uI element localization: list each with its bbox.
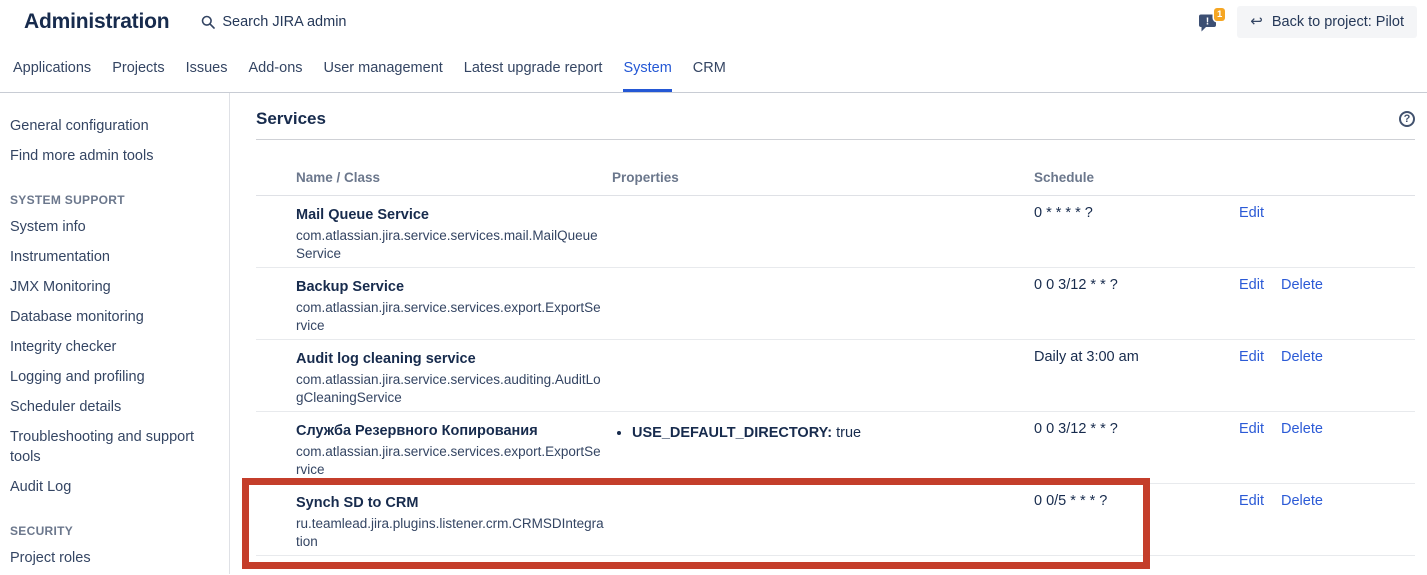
edit-link[interactable]: Edit (1239, 277, 1264, 293)
service-name: Audit log cleaning service (296, 349, 604, 369)
column-header-actions (1239, 148, 1415, 196)
service-name: Mail Queue Service (296, 205, 604, 225)
sidebar-section-security: SECURITY (0, 502, 229, 543)
sidebar-item-database-monitoring[interactable]: Database monitoring (0, 302, 229, 332)
service-schedule-cell: 0 0/5 * * * ? (1034, 484, 1239, 556)
app-header: Administration ! 1 (0, 0, 1427, 44)
delete-link[interactable]: Delete (1281, 421, 1323, 437)
delete-link[interactable]: Delete (1281, 349, 1323, 365)
table-row: Audit log cleaning servicecom.atlassian.… (256, 340, 1415, 412)
sidebar: General configurationFind more admin too… (0, 93, 230, 574)
svg-text:!: ! (1206, 16, 1210, 28)
section-title: Services (256, 109, 326, 129)
service-schedule-cell: 0 0 3/12 * * ? (1034, 412, 1239, 484)
service-properties-cell (612, 340, 1034, 412)
service-name: Служба Резервного Копирования (296, 421, 604, 441)
sidebar-item-integrity-checker[interactable]: Integrity checker (0, 332, 229, 362)
sidebar-item-scheduler-details[interactable]: Scheduler details (0, 392, 229, 422)
page-title: Administration (24, 10, 169, 34)
edit-link[interactable]: Edit (1239, 493, 1264, 509)
service-actions-cell: Edit Delete (1239, 340, 1415, 412)
services-table: Name / Class Properties Schedule Mail Qu… (256, 148, 1415, 556)
tab-applications[interactable]: Applications (13, 44, 91, 92)
service-class: com.atlassian.jira.service.services.expo… (296, 443, 604, 479)
column-header-schedule: Schedule (1034, 148, 1239, 196)
sidebar-item-general-configuration[interactable]: General configuration (0, 111, 229, 141)
search-icon (201, 15, 215, 29)
service-name: Backup Service (296, 277, 604, 297)
main-header: Services ? (256, 109, 1415, 140)
tab-add-ons[interactable]: Add-ons (249, 44, 303, 92)
jira-admin-page: Administration ! 1 (0, 0, 1427, 575)
edit-link[interactable]: Edit (1239, 205, 1264, 221)
edit-link[interactable]: Edit (1239, 349, 1264, 365)
notifications-button[interactable]: ! 1 (1198, 13, 1221, 35)
sidebar-item-audit-log[interactable]: Audit Log (0, 472, 229, 502)
table-row: Backup Servicecom.atlassian.jira.service… (256, 268, 1415, 340)
tab-issues[interactable]: Issues (186, 44, 228, 92)
service-actions-cell: Edit (1239, 196, 1415, 268)
admin-search (201, 14, 452, 30)
service-properties-cell (612, 484, 1034, 556)
sidebar-item-logging-and-profiling[interactable]: Logging and profiling (0, 362, 229, 392)
table-row-highlighted: Synch SD to CRMru.teamlead.jira.plugins.… (256, 484, 1415, 556)
delete-link[interactable]: Delete (1281, 277, 1323, 293)
service-actions-cell: Edit Delete (1239, 412, 1415, 484)
back-arrow-icon: ↩ (1250, 15, 1263, 29)
service-properties-cell (612, 196, 1034, 268)
delete-link[interactable]: Delete (1281, 493, 1323, 509)
main-content: Services ? Name / Class Properties Sched… (230, 93, 1427, 574)
sidebar-section-system-support: SYSTEM SUPPORT (0, 171, 229, 212)
sidebar-item-find-more-admin-tools[interactable]: Find more admin tools (0, 141, 229, 171)
service-name-class-cell: Служба Резервного Копированияcom.atlassi… (256, 412, 612, 484)
sidebar-item-troubleshooting-and-support-tools[interactable]: Troubleshooting and support tools (0, 422, 229, 472)
service-class: com.atlassian.jira.service.services.mail… (296, 227, 604, 263)
service-schedule-cell: Daily at 3:00 am (1034, 340, 1239, 412)
service-name-class-cell: Backup Servicecom.atlassian.jira.service… (256, 268, 612, 340)
sidebar-item-project-roles[interactable]: Project roles (0, 543, 229, 573)
sidebar-item-system-info[interactable]: System info (0, 212, 229, 242)
notification-badge: 1 (1214, 8, 1225, 21)
table-header-row: Name / Class Properties Schedule (256, 148, 1415, 196)
column-header-name-class: Name / Class (256, 148, 612, 196)
back-to-project-button[interactable]: ↩ Back to project: Pilot (1237, 6, 1417, 38)
service-property: USE_DEFAULT_DIRECTORY: true (632, 423, 1026, 443)
service-class: com.atlassian.jira.service.services.expo… (296, 299, 604, 335)
tab-projects[interactable]: Projects (112, 44, 164, 92)
tab-user-management[interactable]: User management (324, 44, 443, 92)
service-name-class-cell: Audit log cleaning servicecom.atlassian.… (256, 340, 612, 412)
service-actions-cell: Edit Delete (1239, 484, 1415, 556)
tab-crm[interactable]: CRM (693, 44, 726, 92)
service-properties-cell (612, 268, 1034, 340)
column-header-properties: Properties (612, 148, 1034, 196)
service-name-class-cell: Synch SD to CRMru.teamlead.jira.plugins.… (256, 484, 612, 556)
notification-bubble-icon: ! (1198, 21, 1219, 38)
content: General configurationFind more admin too… (0, 93, 1427, 574)
service-name: Synch SD to CRM (296, 493, 604, 513)
tab-system[interactable]: System (623, 44, 671, 92)
tab-latest-upgrade-report[interactable]: Latest upgrade report (464, 44, 603, 92)
table-row: Mail Queue Servicecom.atlassian.jira.ser… (256, 196, 1415, 268)
service-schedule-cell: 0 * * * * ? (1034, 196, 1239, 268)
help-icon[interactable]: ? (1399, 111, 1415, 127)
service-class: com.atlassian.jira.service.services.audi… (296, 371, 604, 407)
back-button-label: Back to project: Pilot (1272, 14, 1404, 30)
header-right: ! 1 ↩ Back to project: Pilot (1198, 6, 1417, 38)
sidebar-item-instrumentation[interactable]: Instrumentation (0, 242, 229, 272)
edit-link[interactable]: Edit (1239, 421, 1264, 437)
service-actions-cell: Edit Delete (1239, 268, 1415, 340)
sidebar-item-jmx-monitoring[interactable]: JMX Monitoring (0, 272, 229, 302)
admin-nav: Applications Projects Issues Add-ons User ma… (0, 44, 1427, 93)
service-class: ru.teamlead.jira.plugins.listener.crm.CR… (296, 515, 604, 551)
service-schedule-cell: 0 0 3/12 * * ? (1034, 268, 1239, 340)
search-input[interactable] (222, 14, 452, 30)
table-row: Служба Резервного Копированияcom.atlassi… (256, 412, 1415, 484)
service-properties-cell: USE_DEFAULT_DIRECTORY: true (612, 412, 1034, 484)
service-name-class-cell: Mail Queue Servicecom.atlassian.jira.ser… (256, 196, 612, 268)
